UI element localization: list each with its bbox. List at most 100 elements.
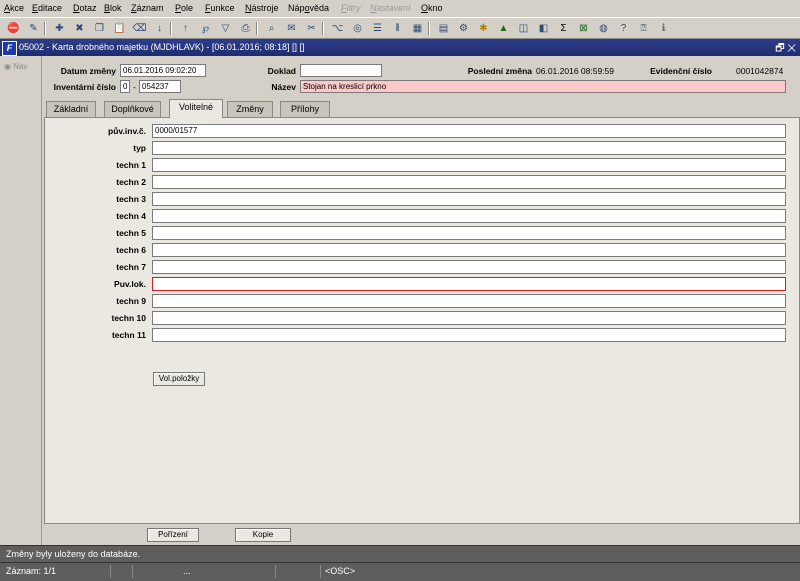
- binoculars-icon[interactable]: ◎: [350, 21, 365, 36]
- spreadsheet-icon[interactable]: ◧: [536, 21, 551, 36]
- print-preview-icon[interactable]: ⌕: [264, 21, 279, 36]
- globe-icon[interactable]: ◍: [596, 21, 611, 36]
- print-icon[interactable]: ⎙: [238, 21, 253, 36]
- window-title: 05002 - Karta drobného majetku (MJDHLAVK…: [19, 42, 305, 52]
- menu-editace[interactable]: Editace: [32, 3, 62, 14]
- menu-nápověda[interactable]: Nápověda: [288, 3, 329, 14]
- save-icon[interactable]: ✎: [26, 21, 41, 36]
- delete-record-icon[interactable]: ✖: [72, 21, 87, 36]
- clear-icon[interactable]: ⌫: [132, 21, 147, 36]
- field-label: techn 7: [116, 262, 146, 272]
- menu-filtry: Filtry: [341, 3, 361, 13]
- tab-doplňkové[interactable]: Doplňkové: [104, 101, 161, 117]
- evidencni-cislo-value: 0001042874: [736, 66, 784, 76]
- query-icon[interactable]: ℘: [198, 21, 213, 36]
- field-label: techn 6: [116, 245, 146, 255]
- field-input[interactable]: [152, 260, 786, 274]
- vol-polozky-button[interactable]: Vol.položky: [153, 372, 205, 386]
- excel-icon[interactable]: ⊠: [576, 21, 591, 36]
- record-indicator: Záznam: 1/1: [6, 566, 57, 576]
- kopie-button[interactable]: Kopie: [235, 528, 291, 542]
- tree-icon[interactable]: ⌥: [330, 21, 345, 36]
- field-label: techn 1: [116, 160, 146, 170]
- menu-okno[interactable]: Okno: [421, 3, 443, 14]
- inventarni-dash: -: [133, 82, 136, 92]
- inventarni-prefix-field[interactable]: 0: [120, 80, 130, 93]
- datum-zmeny-label: Datum změny: [60, 66, 116, 76]
- menu-záznam[interactable]: Záznam: [131, 3, 164, 14]
- help-question-icon[interactable]: ?: [616, 21, 631, 36]
- inventarni-cislo-field[interactable]: 054237: [139, 80, 181, 93]
- field-label: techn 9: [116, 296, 146, 306]
- star-icon[interactable]: ✱: [476, 21, 491, 36]
- list-icon[interactable]: ☰: [370, 21, 385, 36]
- inventarni-cislo-label: Inventární číslo: [53, 82, 116, 92]
- tab-změny[interactable]: Změny: [227, 101, 273, 117]
- posledni-zmena-value: 06.01.2016 08:59:59: [536, 66, 614, 76]
- menu-funkce[interactable]: Funkce: [205, 3, 235, 14]
- field-label: techn 10: [111, 313, 147, 323]
- menu-bar: Akce Editace Dotaz Blok Záznam Pole Funkce Nást…: [0, 0, 800, 17]
- bottom-button-strip: Pořízení Kopie: [42, 524, 800, 545]
- toolbar-separator: [170, 22, 172, 35]
- field-input[interactable]: [152, 141, 786, 155]
- nav-panel: ◉ Nav: [0, 56, 42, 545]
- field-input[interactable]: [152, 226, 786, 240]
- tab-základní[interactable]: Základní: [46, 101, 96, 117]
- menu-nástroje[interactable]: Nástroje: [245, 3, 279, 14]
- tab-přílohy[interactable]: Přílohy: [280, 101, 330, 117]
- datum-zmeny-field[interactable]: 06.01.2016 09:02:20: [120, 64, 206, 77]
- document-icon[interactable]: ▤: [436, 21, 451, 36]
- status-message-bar: Změny byly uloženy do databáze.: [0, 545, 800, 562]
- doklad-field[interactable]: [300, 64, 382, 77]
- field-label: techn 3: [116, 194, 146, 204]
- field-input[interactable]: [152, 209, 786, 223]
- exit-icon[interactable]: ⛔: [6, 21, 21, 36]
- menu-blok[interactable]: Blok: [104, 3, 122, 14]
- sort-asc-icon[interactable]: ↓: [152, 21, 167, 36]
- cut-icon[interactable]: ✂: [304, 21, 319, 36]
- field-input[interactable]: [152, 277, 786, 291]
- info-icon[interactable]: ℹ: [656, 21, 671, 36]
- nazev-field[interactable]: Stojan na kreslicí prkno: [300, 80, 786, 93]
- tab-panel-volitelne: pův.inv.č. 0000/01577 typ techn 1 techn 2 tec…: [44, 117, 800, 524]
- porizeni-button[interactable]: Pořízení: [147, 528, 199, 542]
- field-label: techn 4: [116, 211, 146, 221]
- help-book-icon[interactable]: ⍰: [636, 21, 651, 36]
- field-label: techn 2: [116, 177, 146, 187]
- paste-icon[interactable]: 📋: [112, 21, 127, 36]
- nav-button[interactable]: ◉ Nav: [4, 62, 27, 71]
- field-input[interactable]: [152, 158, 786, 172]
- field-input[interactable]: [152, 328, 786, 342]
- field-label: techn 5: [116, 228, 146, 238]
- field-input[interactable]: [152, 294, 786, 308]
- field-input[interactable]: [152, 175, 786, 189]
- columns-icon[interactable]: ⫴: [390, 21, 405, 36]
- calculator-icon[interactable]: ▦: [410, 21, 425, 36]
- status-cell-3: ...: [132, 565, 275, 578]
- menu-pole[interactable]: Pole: [175, 3, 193, 14]
- warning-icon[interactable]: ▲: [496, 21, 511, 36]
- mail-icon[interactable]: ✉: [284, 21, 299, 36]
- posledni-zmena-label: Poslední změna: [467, 66, 532, 76]
- menu-akce[interactable]: Akce: [4, 3, 24, 14]
- field-input[interactable]: 0000/01577: [152, 124, 786, 138]
- chart-icon[interactable]: ◫: [516, 21, 531, 36]
- menu-dotaz[interactable]: Dotaz: [73, 3, 97, 14]
- evidencni-cislo-label: Evidenční číslo: [650, 66, 712, 76]
- tab-volitelné[interactable]: Volitelné: [169, 99, 223, 118]
- toolbar-separator: [44, 22, 46, 35]
- field-label: Puv.lok.: [114, 279, 146, 289]
- field-input[interactable]: [152, 311, 786, 325]
- field-input[interactable]: [152, 243, 786, 257]
- gear-icon[interactable]: ⚙: [456, 21, 471, 36]
- field-input[interactable]: [152, 192, 786, 206]
- sum-icon[interactable]: Σ: [556, 21, 571, 36]
- filter-icon[interactable]: ▽: [218, 21, 233, 36]
- new-record-icon[interactable]: ✚: [52, 21, 67, 36]
- sort-desc-icon[interactable]: ↑: [178, 21, 193, 36]
- field-label: typ: [133, 143, 146, 153]
- toolbar-separator: [428, 22, 430, 35]
- copy-icon[interactable]: ❐: [92, 21, 107, 36]
- field-label: techn 11: [111, 330, 146, 340]
